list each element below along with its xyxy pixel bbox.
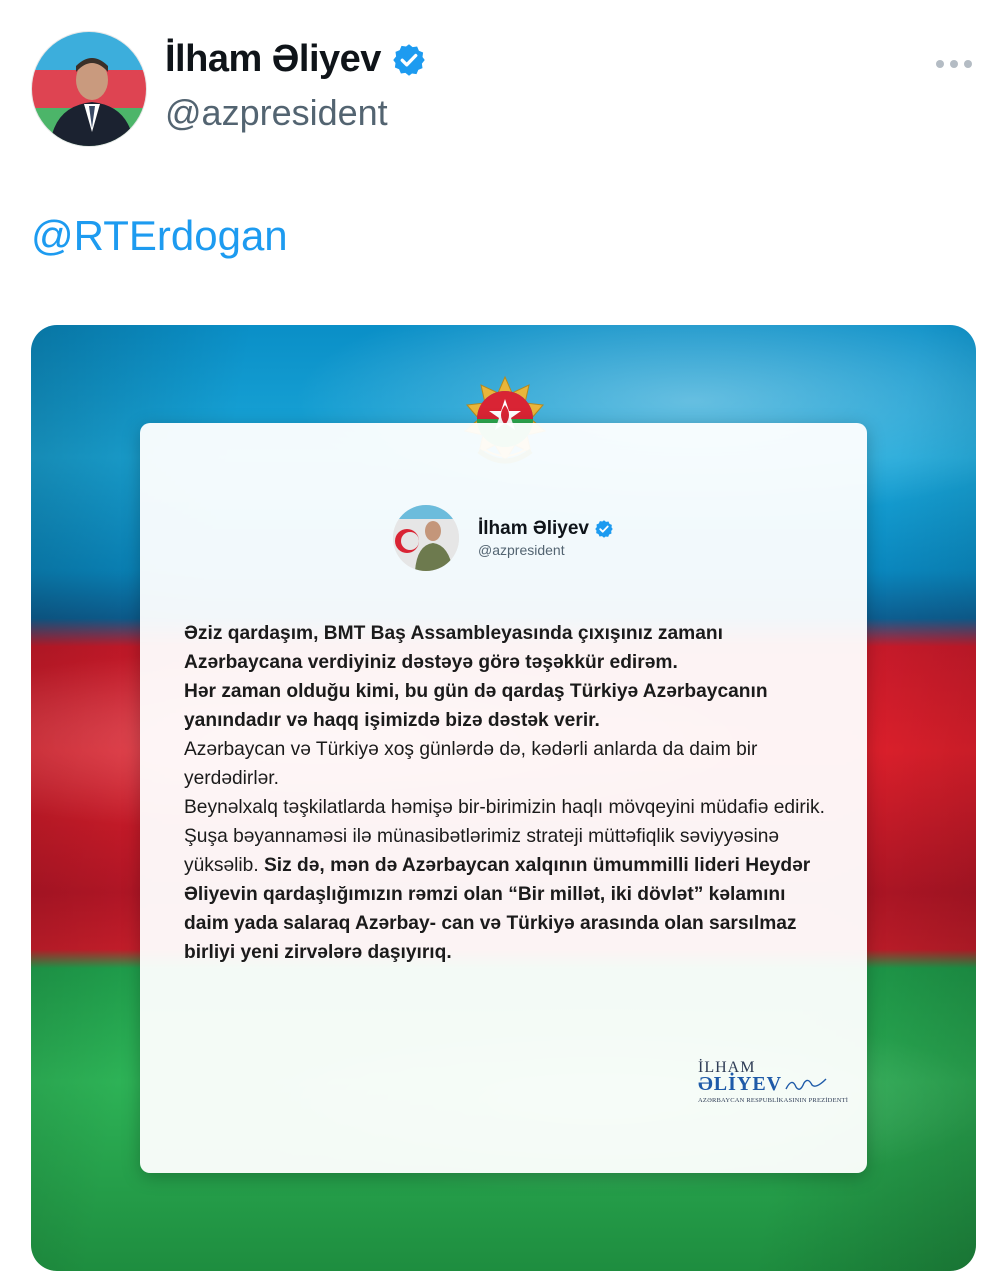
statement-sentence: Hər zaman olduğu kimi, bu gün də qardaş … — [184, 681, 768, 731]
statement-sentence: Əziz qardaşım, BMT Baş Assambleyasında ç… — [184, 623, 723, 673]
author-handle[interactable]: @azpresident — [165, 92, 388, 134]
mention-link[interactable]: @RTErdogan — [31, 212, 288, 260]
tweet-media-image[interactable]: İlham Əliyev @azpresident Əziz qardaşım,… — [31, 325, 976, 1271]
card-author-avatar — [393, 505, 459, 571]
card-verified-icon — [595, 520, 613, 538]
statement-paragraph: Əziz qardaşım, BMT Baş Assambleyasında ç… — [184, 619, 834, 677]
card-author-name: İlham Əliyev — [478, 518, 614, 540]
verified-check-icon — [393, 43, 425, 76]
handwritten-signature-icon — [785, 1078, 827, 1090]
statement-sentence: Azərbaycan və Türkiyə xoş günlərdə də, k… — [184, 739, 758, 789]
signature-line-3: AZƏRBAYCAN RESPUBLİKASININ PREZİDENTİ — [698, 1097, 849, 1104]
author-name-text: İlham Əliyev — [165, 38, 381, 80]
card-avatar-photo — [393, 505, 459, 571]
card-author-name-text: İlham Əliyev — [478, 518, 589, 539]
statement-card: İlham Əliyev @azpresident Əziz qardaşım,… — [140, 423, 867, 1173]
card-author-handle: @azpresident — [478, 542, 565, 558]
more-horizontal-icon[interactable] — [930, 52, 978, 76]
statement-paragraph: Şuşa bəyannaməsi ilə münasibətlərimiz st… — [184, 822, 834, 967]
author-name[interactable]: İlham Əliyev — [165, 38, 427, 81]
author-avatar[interactable] — [31, 31, 147, 147]
statement-text: Əziz qardaşım, BMT Baş Assambleyasında ç… — [184, 619, 834, 967]
avatar-photo — [32, 32, 146, 146]
signature-line-2: ƏLİYEV — [698, 1073, 783, 1095]
statement-paragraph: Beynəlxalq təşkilatlarda həmişə bir-biri… — [184, 793, 834, 822]
statement-sentence: Beynəlxalq təşkilatlarda həmişə bir-biri… — [184, 797, 825, 818]
statement-paragraph: Azərbaycan və Türkiyə xoş günlərdə də, k… — [184, 735, 834, 793]
statement-sentence-bold: Siz də, mən də Azərbaycan xalqının ümumm… — [184, 855, 811, 963]
statement-paragraph: Hər zaman olduğu kimi, bu gün də qardaş … — [184, 677, 834, 735]
president-signature-logo: İLHAM ƏLİYEV AZƏRBAYCAN RESPUBLİKASININ … — [698, 1059, 848, 1109]
